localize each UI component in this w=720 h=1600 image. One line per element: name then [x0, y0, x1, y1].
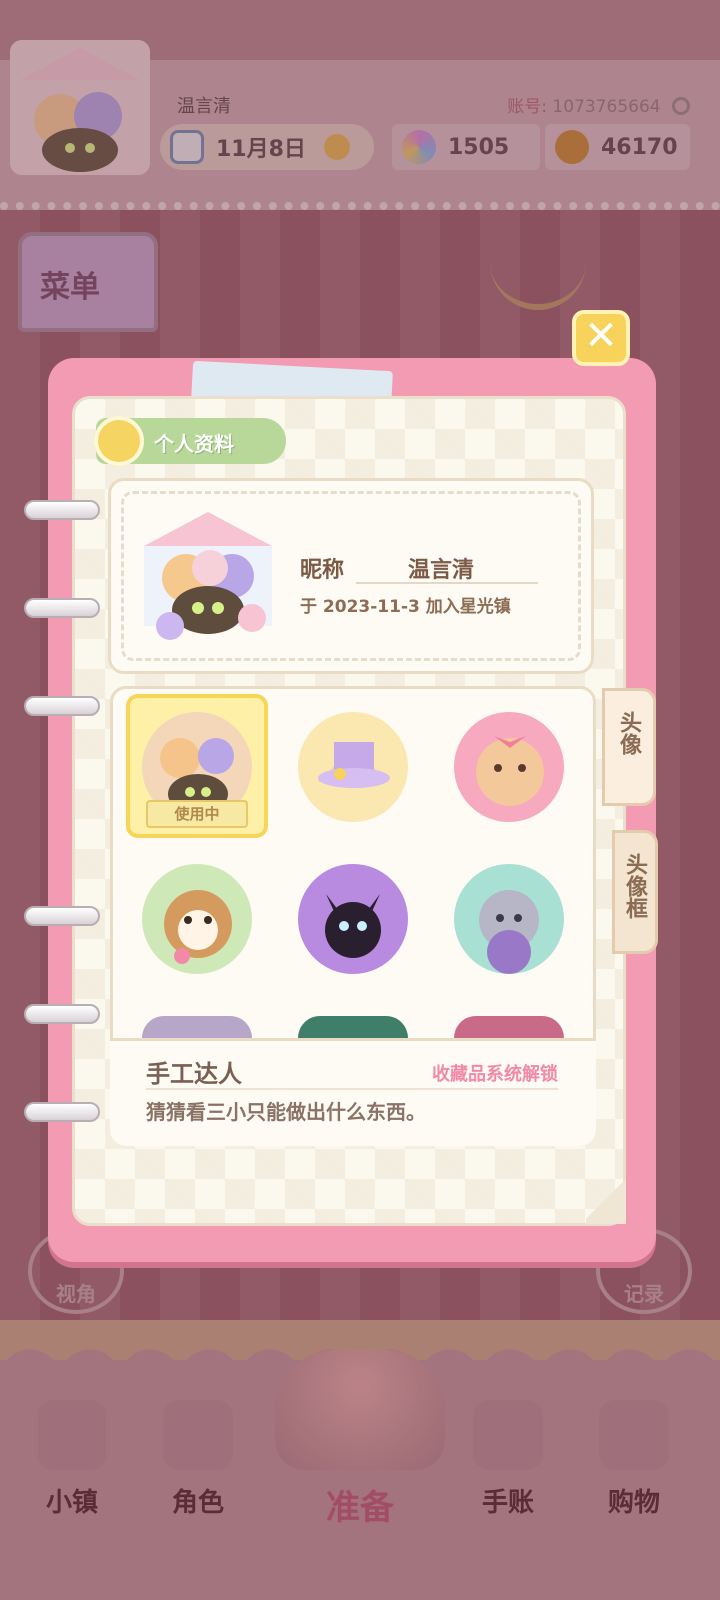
avatar-option[interactable]	[454, 1016, 564, 1038]
section-header: 个人资料	[94, 416, 286, 466]
close-icon: ✕	[584, 313, 618, 359]
avatar-option[interactable]	[142, 1016, 252, 1038]
binder-ring	[24, 696, 100, 716]
page-curl	[586, 1174, 626, 1224]
join-date: 于 2023-11-3 加入星光镇	[300, 597, 511, 617]
profile-avatar	[140, 506, 276, 646]
tab-avatar-frame[interactable]: 头像框	[612, 830, 658, 954]
in-use-badge: 使用中	[146, 800, 248, 828]
binder-ring	[24, 1004, 100, 1024]
tab-avatar[interactable]: 头像	[602, 688, 656, 806]
tab-avatar-label: 头像	[616, 711, 642, 755]
unlock-condition: 收藏品系统解锁	[432, 1064, 558, 1085]
avatar-description-text: 猜猜看三小只能做出什么东西。	[146, 1100, 426, 1124]
nickname-label: 昵称	[300, 557, 345, 583]
avatar-option[interactable]	[298, 864, 408, 974]
avatar-option[interactable]	[454, 712, 564, 822]
avatar-option[interactable]	[298, 1016, 408, 1038]
close-button[interactable]: ✕	[572, 310, 630, 366]
description-divider	[146, 1088, 558, 1090]
avatar-option[interactable]	[298, 712, 408, 822]
binder-ring	[24, 1102, 100, 1122]
section-title: 个人资料	[154, 432, 234, 456]
avatar-option[interactable]	[454, 864, 564, 974]
nickname-value: 温言清	[408, 557, 475, 583]
binder-ring	[24, 598, 100, 618]
avatar-title: 手工达人	[146, 1059, 242, 1088]
nickname-underline	[356, 582, 538, 584]
avatar-option[interactable]	[142, 864, 252, 974]
binder-ring	[24, 500, 100, 520]
binder-ring	[24, 906, 100, 926]
tab-avatar-frame-label: 头像框	[622, 853, 648, 919]
flower-icon	[94, 416, 144, 466]
